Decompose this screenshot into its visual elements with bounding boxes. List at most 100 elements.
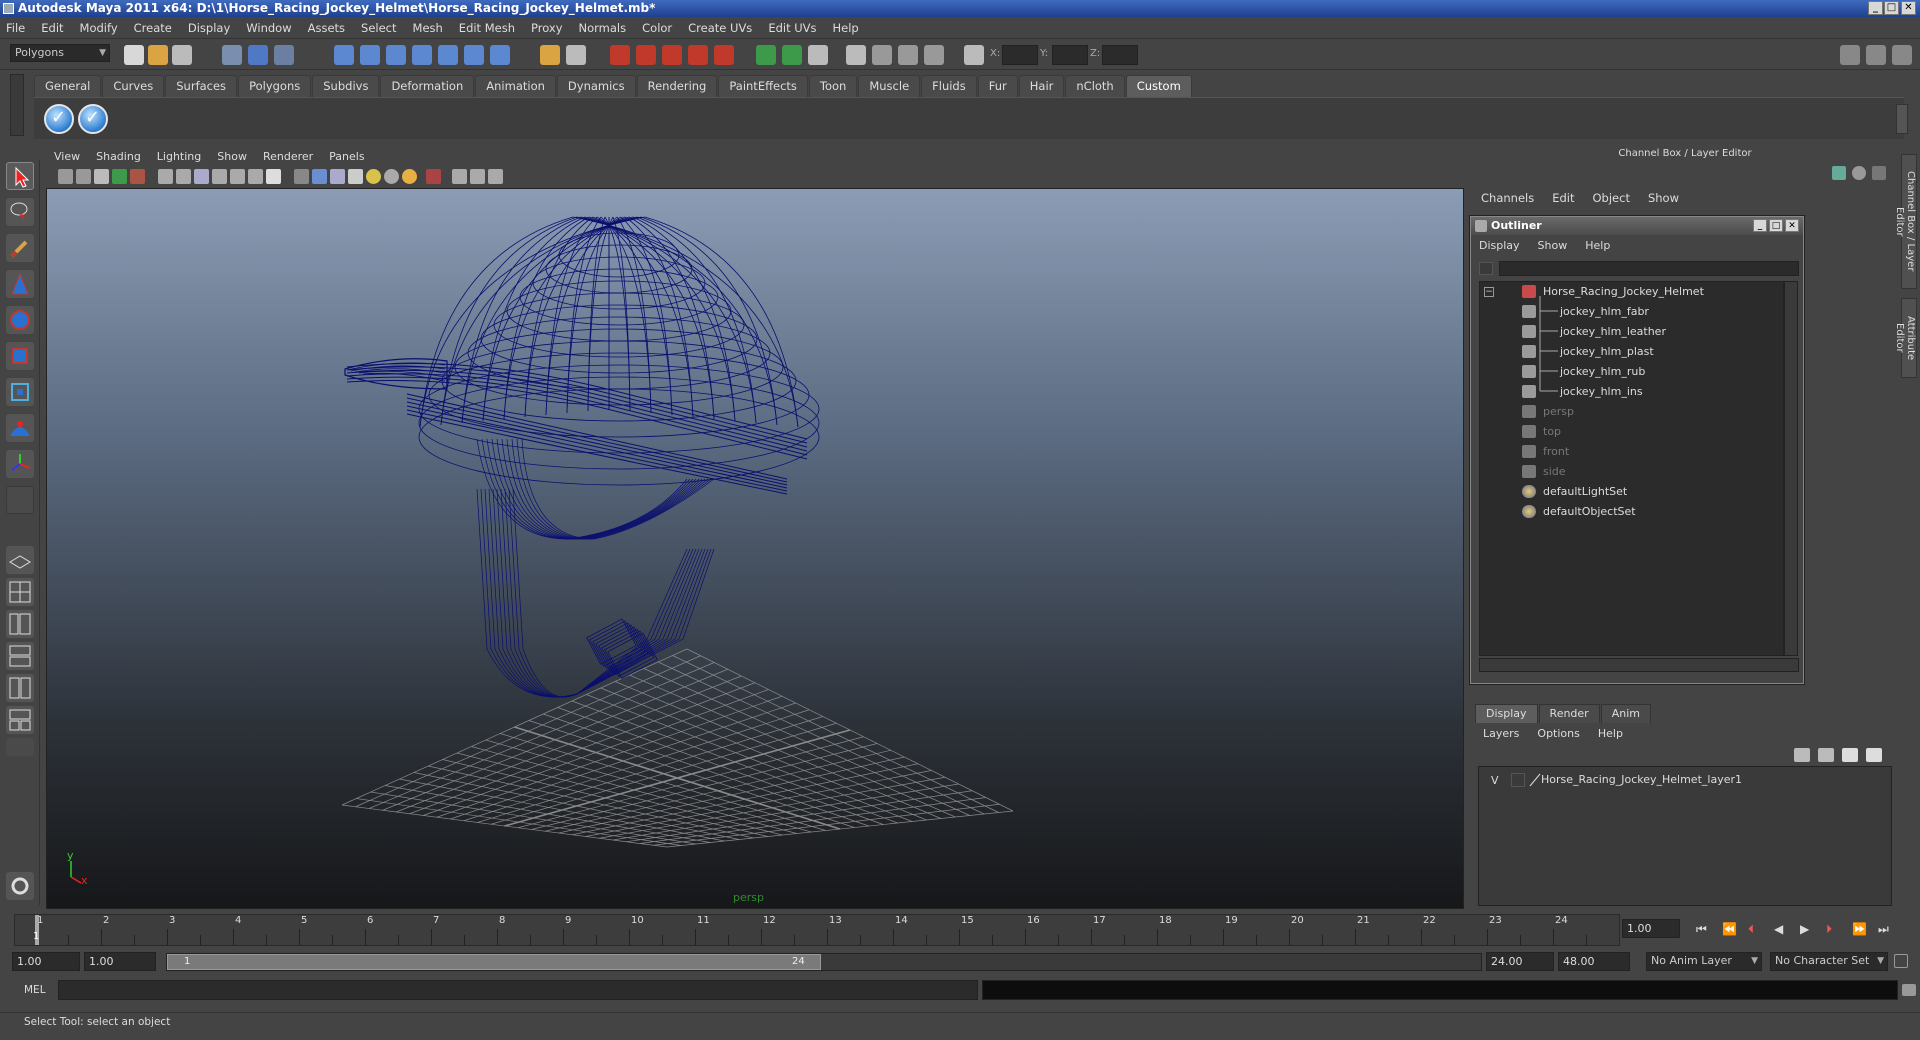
step-forward-key-icon[interactable]: ⏵ bbox=[1826, 922, 1832, 937]
viewport-menu-show[interactable]: Show bbox=[217, 150, 247, 163]
shelf-tab-fur[interactable]: Fur bbox=[977, 75, 1018, 97]
menu-create[interactable]: Create bbox=[134, 21, 172, 35]
character-set-dropdown[interactable]: No Character Set ▼ bbox=[1770, 952, 1888, 971]
field-chart-icon[interactable] bbox=[230, 169, 245, 184]
menu-normals[interactable]: Normals bbox=[579, 21, 627, 35]
shelf-checkmark-button-2[interactable] bbox=[78, 104, 108, 134]
go-to-end-icon[interactable]: ⏭ bbox=[1878, 922, 1889, 937]
shelf-tab-polygons[interactable]: Polygons bbox=[238, 75, 312, 97]
menu-edit-mesh[interactable]: Edit Mesh bbox=[459, 21, 515, 35]
menu-display[interactable]: Display bbox=[188, 21, 230, 35]
layer-menu-help[interactable]: Help bbox=[1598, 727, 1623, 740]
layer-tab-display[interactable]: Display bbox=[1475, 704, 1538, 723]
snap-grid-icon[interactable] bbox=[334, 45, 354, 65]
isolate-select-icon[interactable] bbox=[426, 169, 441, 184]
coord-x-field[interactable] bbox=[1002, 45, 1038, 65]
shelf-scroll-arrows[interactable] bbox=[1896, 104, 1908, 134]
outliner-close-button[interactable]: ✕ bbox=[1785, 219, 1799, 232]
layer-tab-render[interactable]: Render bbox=[1538, 704, 1600, 723]
new-layer-icon[interactable] bbox=[1842, 748, 1858, 762]
xray-components-icon[interactable] bbox=[488, 169, 503, 184]
two-d-pan-zoom-icon[interactable] bbox=[130, 169, 145, 184]
layout-hypershade-persp-icon[interactable] bbox=[6, 674, 34, 702]
shelf-tab-toon[interactable]: Toon bbox=[808, 75, 858, 97]
shelf-tab-custom[interactable]: Custom bbox=[1125, 75, 1192, 97]
tool-settings-icon[interactable] bbox=[846, 45, 866, 65]
universal-manipulator-icon[interactable] bbox=[6, 378, 34, 406]
outliner-menu-display[interactable]: Display bbox=[1479, 239, 1520, 252]
show-icon[interactable] bbox=[1832, 166, 1846, 180]
menu-edit[interactable]: Edit bbox=[41, 21, 63, 35]
show-manipulator-icon[interactable] bbox=[6, 450, 34, 478]
layer-tab-anim[interactable]: Anim bbox=[1600, 704, 1651, 723]
history-icon[interactable] bbox=[464, 45, 484, 65]
outliner-menu-help[interactable]: Help bbox=[1585, 239, 1610, 252]
channel-menu-object[interactable]: Object bbox=[1593, 191, 1630, 205]
render-globals-icon[interactable] bbox=[714, 45, 734, 65]
menu-color[interactable]: Color bbox=[642, 21, 672, 35]
snap-curve-icon[interactable] bbox=[360, 45, 380, 65]
outliner-icon[interactable] bbox=[924, 45, 944, 65]
rotate-tool-icon[interactable] bbox=[6, 306, 34, 334]
layout-persp-graph-hypershade-icon[interactable] bbox=[6, 706, 34, 734]
move-layer-up-icon[interactable] bbox=[1794, 748, 1810, 762]
viewport-menu-panels[interactable]: Panels bbox=[329, 150, 364, 163]
start-time-field[interactable]: 1.00 bbox=[12, 952, 80, 971]
shelf-tab-rendering[interactable]: Rendering bbox=[636, 75, 718, 97]
auto-key-icon[interactable] bbox=[1894, 954, 1908, 968]
image-plane-icon[interactable] bbox=[112, 169, 127, 184]
channel-menu-edit[interactable]: Edit bbox=[1552, 191, 1574, 205]
lasso-tool-icon[interactable] bbox=[6, 198, 34, 226]
select-hierarchy-icon[interactable] bbox=[222, 45, 242, 65]
close-button[interactable]: ✕ bbox=[1901, 1, 1916, 15]
go-to-start-icon[interactable]: ⏮ bbox=[1696, 922, 1707, 937]
select-component-icon[interactable] bbox=[274, 45, 294, 65]
smooth-shade-icon[interactable] bbox=[312, 169, 327, 184]
shelf-tab-hair[interactable]: Hair bbox=[1018, 75, 1065, 97]
anim-layer-dropdown[interactable]: No Anim Layer ▼ bbox=[1646, 952, 1762, 971]
outliner-search-input[interactable] bbox=[1499, 261, 1799, 276]
shelf-tab-surfaces[interactable]: Surfaces bbox=[165, 75, 238, 97]
layout-icon[interactable] bbox=[1840, 45, 1860, 65]
coord-z-field[interactable] bbox=[1102, 45, 1138, 65]
time-slider[interactable]: 1 2 3 4 5 6 7 8 9 10 11 12 13 14 15 16 17 18 19 20 21 22 23 24 … bbox=[14, 914, 1620, 946]
layer-visibility-toggle[interactable]: V bbox=[1491, 774, 1499, 787]
select-tool-icon[interactable] bbox=[6, 162, 34, 190]
current-time-field[interactable]: 1.00 bbox=[1622, 919, 1680, 938]
layer-row[interactable]: V Horse_Racing_Jockey_Helmet_layer1 bbox=[1483, 772, 1889, 790]
snap-point-icon[interactable] bbox=[386, 45, 406, 65]
side-tab-attribute-editor[interactable]: Attribute Editor bbox=[1894, 298, 1917, 378]
move-layer-down-icon[interactable] bbox=[1818, 748, 1834, 762]
range-slider-track[interactable]: 1 24 bbox=[166, 953, 1482, 971]
save-scene-icon[interactable] bbox=[172, 45, 192, 65]
last-tool-slot[interactable] bbox=[6, 486, 34, 514]
range-slider-handle[interactable]: 1 24 bbox=[167, 954, 821, 970]
menu-edit-uvs[interactable]: Edit UVs bbox=[768, 21, 816, 35]
move-tool-icon[interactable] bbox=[6, 270, 34, 298]
mel-label[interactable]: MEL bbox=[24, 984, 46, 996]
speed-icon[interactable] bbox=[1872, 166, 1886, 180]
hypershade-icon[interactable] bbox=[688, 45, 708, 65]
render-settings-icon[interactable] bbox=[662, 45, 682, 65]
default-lighting-icon[interactable] bbox=[366, 169, 381, 184]
outliner-filter-icon[interactable] bbox=[1479, 262, 1493, 275]
side-tab-channel-box[interactable]: Channel Box / Layer Editor bbox=[1894, 154, 1917, 289]
help-icon[interactable] bbox=[490, 45, 510, 65]
xray-icon[interactable] bbox=[452, 169, 467, 184]
construction-history-icon[interactable] bbox=[540, 45, 560, 65]
viewport-menu-lighting[interactable]: Lighting bbox=[157, 150, 201, 163]
shelf-tab-general[interactable]: General bbox=[34, 75, 102, 97]
layout-graph-persp-icon[interactable] bbox=[6, 642, 34, 670]
paint-select-tool-icon[interactable] bbox=[6, 234, 34, 262]
shelf-tab-subdivs[interactable]: Subdivs bbox=[312, 75, 380, 97]
menu-proxy[interactable]: Proxy bbox=[531, 21, 563, 35]
select-object-icon[interactable] bbox=[248, 45, 268, 65]
attribute-editor-icon[interactable] bbox=[808, 45, 828, 65]
viewport-menu-view[interactable]: View bbox=[54, 150, 80, 163]
menu-mesh[interactable]: Mesh bbox=[413, 21, 443, 35]
script-editor-icon[interactable] bbox=[1902, 984, 1916, 996]
menu-create-uvs[interactable]: Create UVs bbox=[688, 21, 752, 35]
outliner-title-bar[interactable]: Outliner _ □ ✕ bbox=[1471, 217, 1803, 235]
layer-menu-layers[interactable]: Layers bbox=[1483, 727, 1519, 740]
menu-file[interactable]: File bbox=[6, 21, 25, 35]
